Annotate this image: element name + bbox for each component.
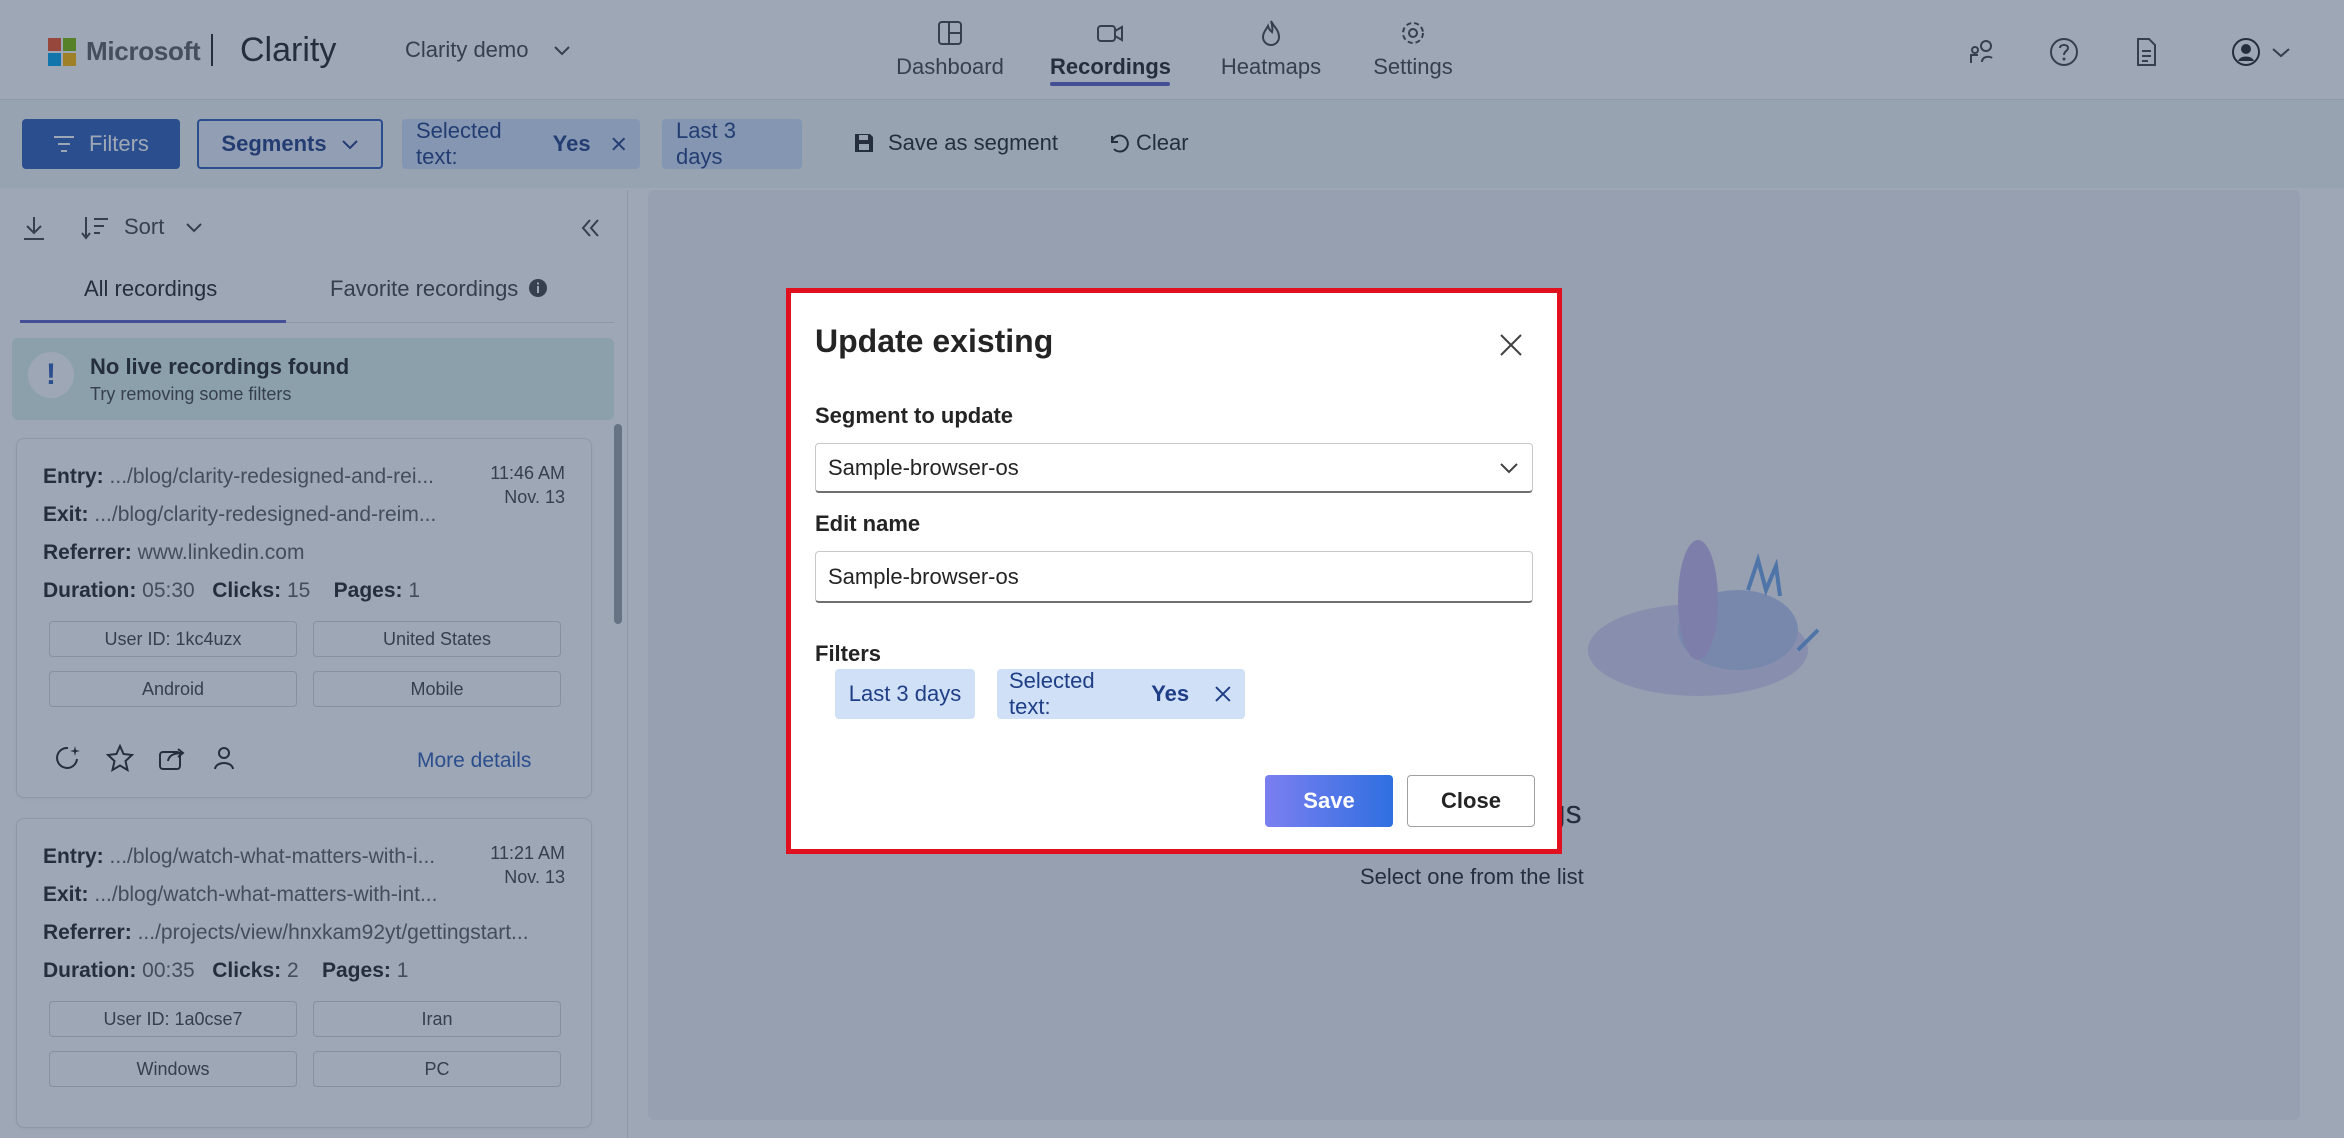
dialog-title: Update existing xyxy=(815,323,1054,359)
chip-key: Selected text: xyxy=(1009,668,1095,719)
filter-chip-date[interactable]: Last 3 days xyxy=(835,669,975,719)
segment-select[interactable]: Sample-browser-os xyxy=(815,443,1533,493)
edit-name-input[interactable] xyxy=(815,551,1533,603)
chip-value: Yes xyxy=(1151,681,1190,706)
segment-select-value: Sample-browser-os xyxy=(828,454,1019,480)
filter-chip-selected-text[interactable]: Selected text: Yes xyxy=(997,668,1245,719)
close-icon[interactable] xyxy=(1213,684,1233,704)
chevron-down-icon xyxy=(1500,462,1518,473)
update-segment-dialog: Update existing Segment to update Sample… xyxy=(786,288,1562,854)
segment-to-update-label: Segment to update xyxy=(815,403,1014,428)
close-icon[interactable] xyxy=(1497,331,1525,359)
close-button[interactable]: Close xyxy=(1407,775,1535,827)
save-button[interactable]: Save xyxy=(1265,775,1393,827)
filters-label: Filters xyxy=(815,641,882,666)
edit-name-label: Edit name xyxy=(815,511,921,536)
